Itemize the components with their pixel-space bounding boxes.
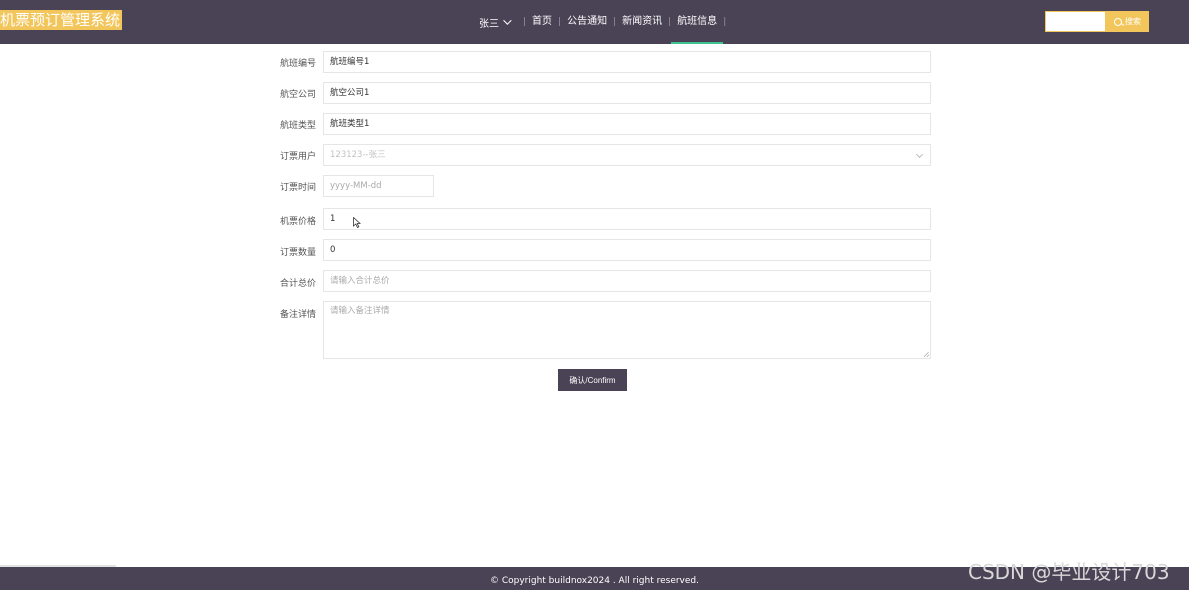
booking-time-label: 订票时间: [279, 183, 316, 193]
remarks-label: 备注详情: [279, 310, 316, 320]
search-button-label: 搜索: [1125, 17, 1141, 26]
nav-separator: |: [668, 17, 672, 27]
remarks-placeholder: 请输入备注详情: [330, 306, 390, 316]
confirm-button[interactable]: 确认/Confirm: [558, 369, 627, 391]
remarks-textarea[interactable]: 请输入备注详情: [323, 301, 931, 359]
flight-type-label: 航班类型: [279, 121, 316, 131]
mouse-cursor-icon: [353, 217, 361, 228]
top-nav-bar: 机票预订管理系统 张三 | 首页 | 公告通知 | 新闻资讯 | 航班信息 | …: [0, 0, 1189, 44]
nav-item-flights[interactable]: 航班信息: [671, 0, 724, 44]
booking-user-select[interactable]: 123123--张三: [323, 144, 931, 166]
nav-item-home[interactable]: 首页: [532, 0, 552, 44]
chevron-down-icon: [503, 16, 512, 25]
chevron-down-icon: [915, 150, 924, 159]
main-nav: 张三 | 首页 | 公告通知 | 新闻资讯 | 航班信息 |: [479, 0, 732, 44]
ticket-count-field[interactable]: 0: [323, 239, 931, 261]
nav-separator: |: [613, 17, 617, 27]
search-button[interactable]: 搜索: [1106, 11, 1149, 32]
total-price-field[interactable]: 请输入合计总价: [323, 270, 931, 292]
booking-user-value: 123123--张三: [330, 150, 386, 160]
copyright-text: © Copyright buildnox2024 . All right res…: [489, 576, 699, 586]
nav-separator: |: [723, 17, 727, 27]
user-menu[interactable]: 张三: [479, 15, 512, 30]
watermark: CSDN @毕业设计703: [968, 560, 1170, 584]
user-name: 张三: [479, 18, 499, 30]
flight-type-field[interactable]: 航班类型1: [323, 113, 931, 135]
airline-field[interactable]: 航空公司1: [323, 82, 931, 104]
total-price-label: 合计总价: [279, 279, 316, 289]
nav-separator: |: [558, 17, 562, 27]
search-input[interactable]: [1045, 11, 1106, 32]
ticket-count-label: 订票数量: [279, 248, 316, 258]
airline-label: 航空公司: [279, 90, 316, 100]
site-logo[interactable]: 机票预订管理系统: [0, 10, 123, 30]
nav-item-notices[interactable]: 公告通知: [567, 0, 607, 44]
nav-item-news[interactable]: 新闻资讯: [622, 0, 662, 44]
ticket-price-label: 机票价格: [279, 217, 316, 227]
flight-no-label: 航班编号: [279, 59, 316, 69]
resize-handle-icon[interactable]: [924, 352, 929, 357]
booking-time-field[interactable]: yyyy-MM-dd: [323, 175, 434, 197]
search-icon: [1114, 17, 1122, 26]
nav-separator: |: [523, 17, 527, 27]
ticket-price-field[interactable]: 1: [323, 208, 931, 230]
flight-no-field[interactable]: 航班编号1: [323, 51, 931, 73]
booking-user-label: 订票用户: [279, 152, 316, 162]
